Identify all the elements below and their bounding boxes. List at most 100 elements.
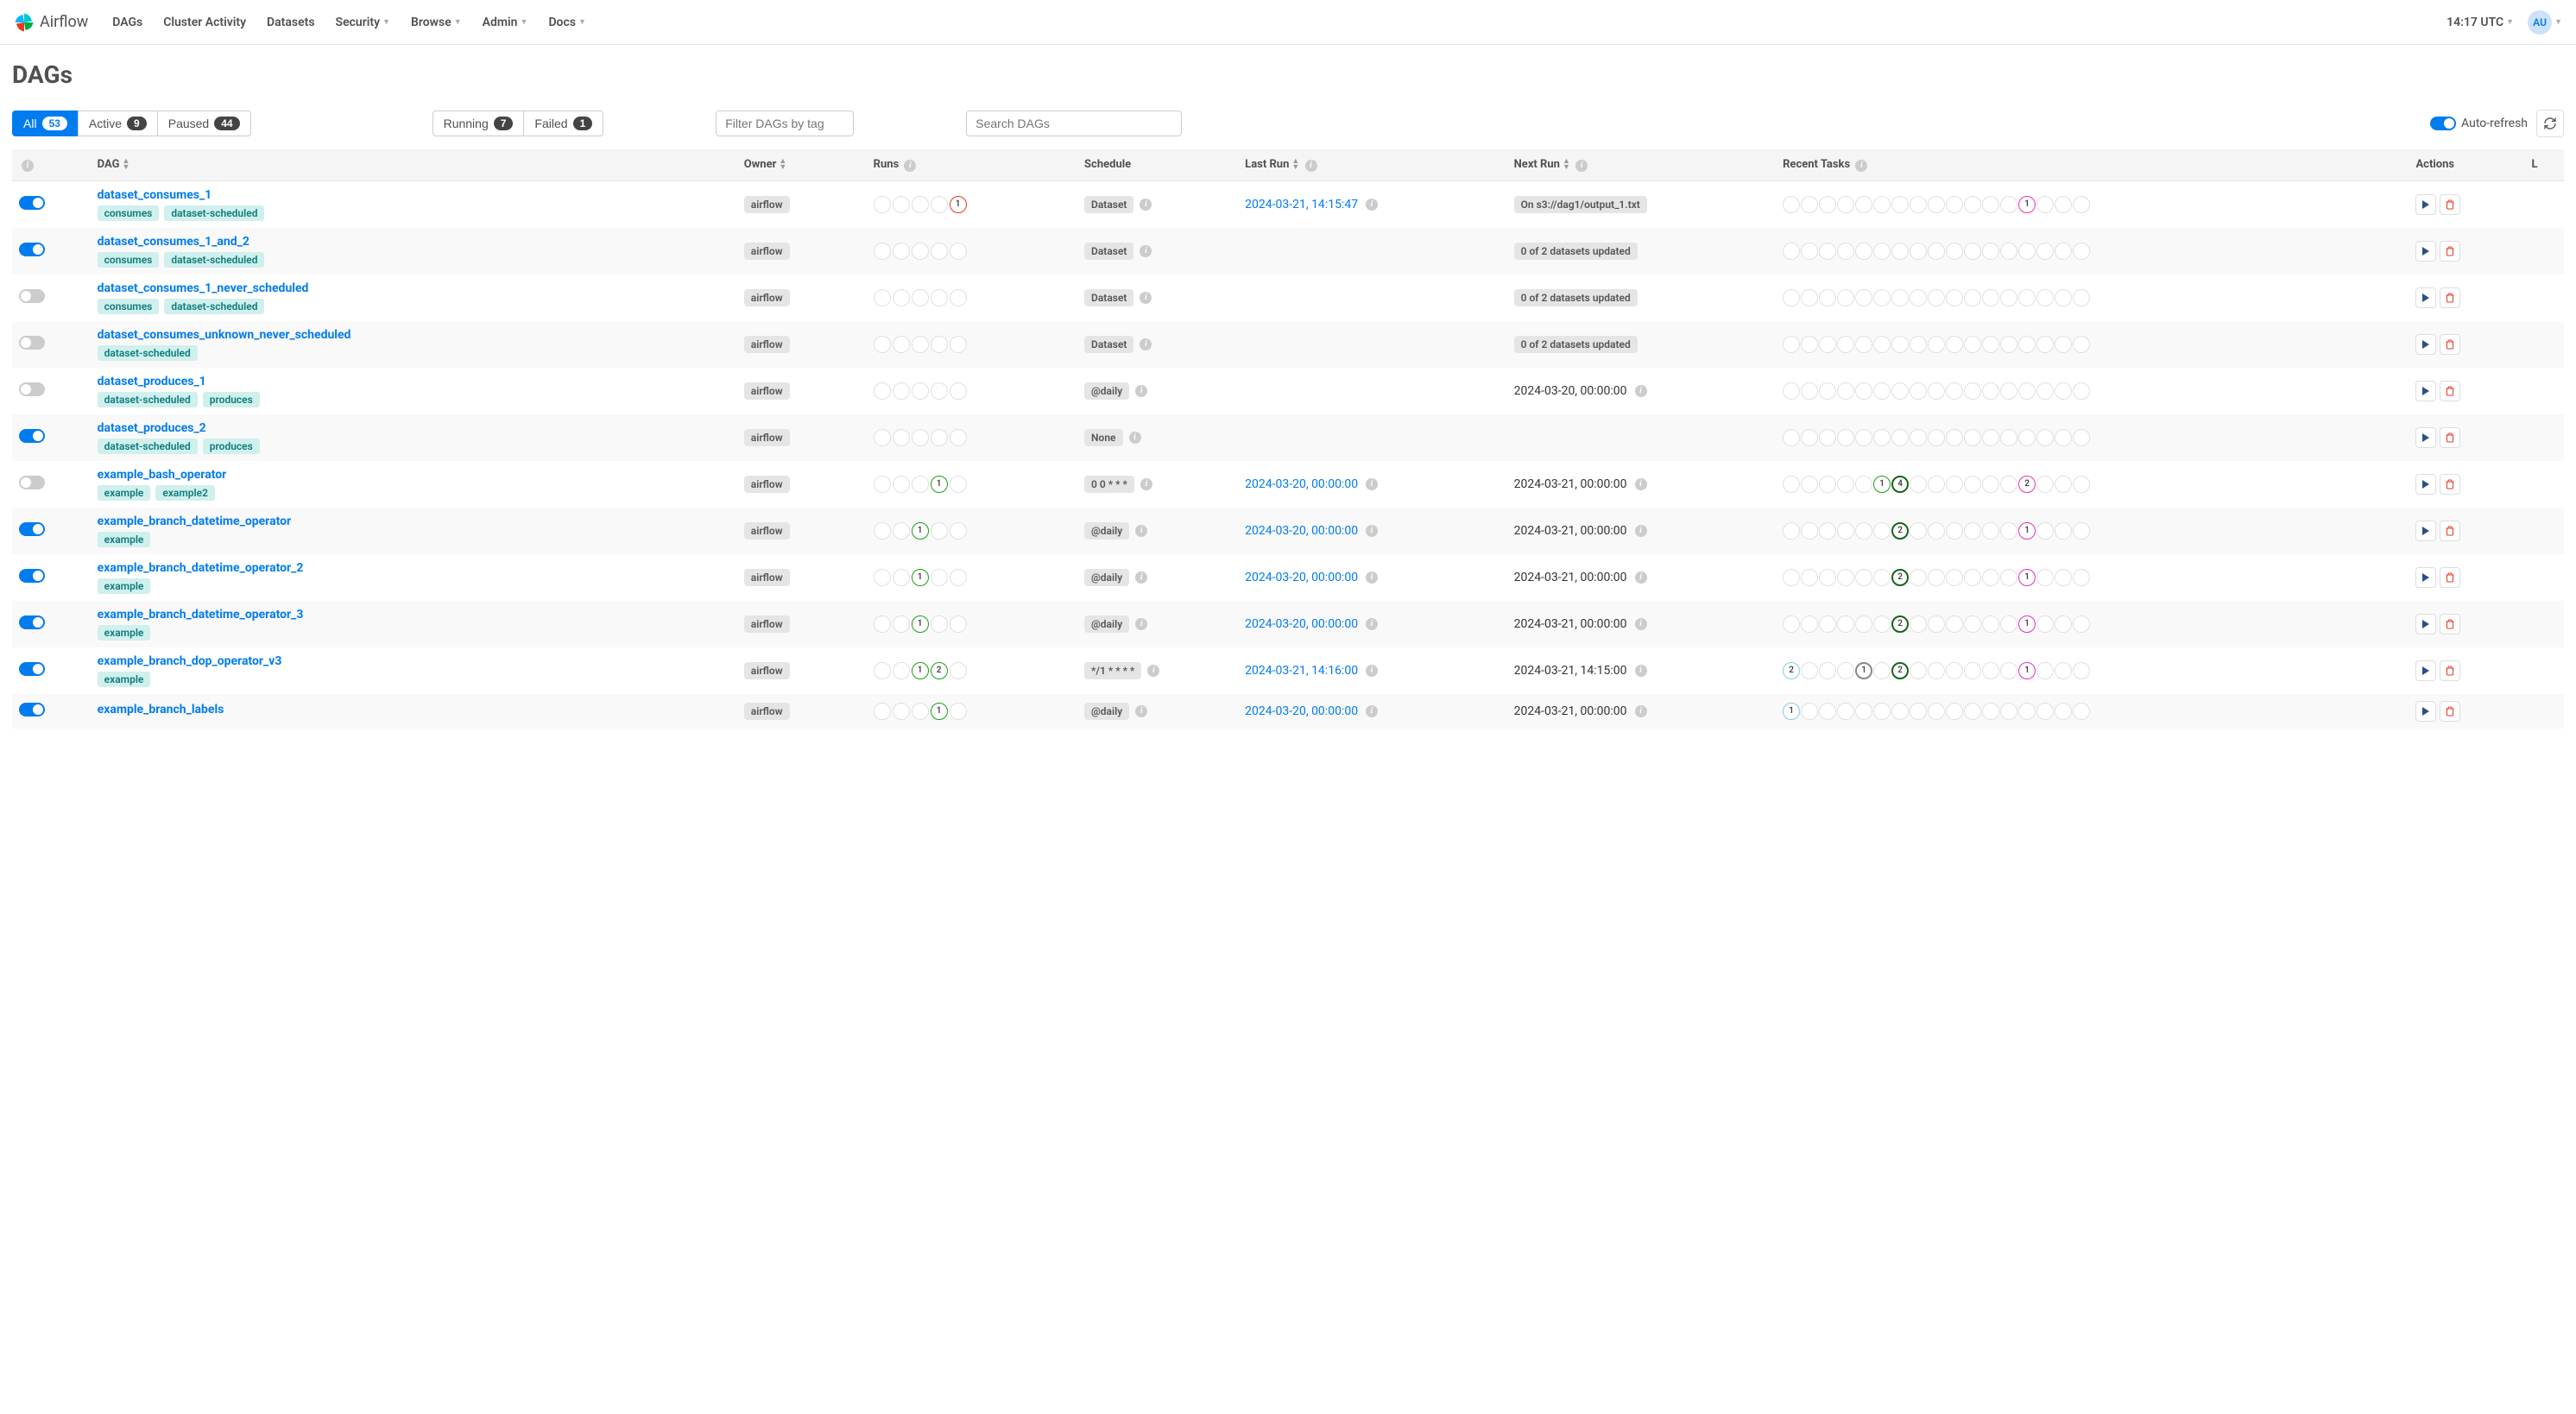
status-circle-red[interactable]: 1 (950, 196, 967, 213)
schedule-pill[interactable]: None (1084, 429, 1122, 446)
info-icon[interactable]: i (1635, 385, 1647, 397)
status-circle-empty[interactable] (1910, 336, 1927, 353)
status-circle-empty[interactable] (1873, 243, 1891, 260)
trigger-dag-button[interactable] (2415, 521, 2436, 541)
dag-name-link[interactable]: dataset_consumes_1_and_2 (98, 235, 730, 249)
dag-tag[interactable]: produces (203, 439, 260, 454)
owner-pill[interactable]: airflow (744, 703, 790, 720)
status-circle-empty[interactable] (874, 429, 891, 446)
delete-dag-button[interactable] (2440, 194, 2460, 215)
dag-name-link[interactable]: example_bash_operator (98, 468, 730, 482)
owner-pill[interactable]: airflow (744, 476, 790, 493)
schedule-pill[interactable]: Dataset (1084, 243, 1133, 260)
status-circle-pink[interactable]: 1 (2018, 196, 2036, 213)
schedule-pill[interactable]: @daily (1084, 522, 1129, 540)
refresh-button[interactable] (2536, 110, 2564, 137)
status-circle-empty[interactable] (2000, 569, 2017, 586)
info-icon[interactable]: i (1140, 199, 1152, 211)
status-circle-empty[interactable] (912, 429, 929, 446)
info-icon[interactable]: i (1366, 618, 1378, 630)
status-circle-empty[interactable] (893, 476, 910, 493)
status-circle-empty[interactable] (893, 615, 910, 633)
status-circle-empty[interactable] (1783, 382, 1800, 400)
search-input[interactable] (966, 110, 1182, 136)
status-circle-empty[interactable] (950, 522, 967, 540)
status-circle-empty[interactable] (912, 382, 929, 400)
status-circle-empty[interactable] (950, 662, 967, 679)
status-circle-empty[interactable] (2000, 382, 2017, 400)
logo[interactable]: Airflow (14, 12, 88, 33)
status-circle-empty[interactable] (1982, 289, 1999, 306)
status-circle-empty[interactable] (2055, 289, 2072, 306)
runstate-filter-running[interactable]: Running7 (432, 110, 525, 136)
status-circle-empty[interactable] (931, 196, 948, 213)
status-circle-empty[interactable] (1964, 522, 1981, 540)
dag-enable-toggle[interactable] (19, 196, 45, 210)
status-circle-pink[interactable]: 1 (2018, 662, 2036, 679)
status-circle-empty[interactable] (874, 336, 891, 353)
status-filter-all[interactable]: All53 (12, 110, 79, 136)
status-circle-empty[interactable] (1982, 703, 1999, 720)
status-circle-empty[interactable] (1837, 703, 1854, 720)
status-circle-pink[interactable]: 2 (2018, 476, 2036, 493)
delete-dag-button[interactable] (2440, 567, 2460, 588)
dag-enable-toggle[interactable] (19, 569, 45, 583)
status-circle-empty[interactable] (1910, 196, 1927, 213)
status-circle-empty[interactable] (893, 336, 910, 353)
status-circle-empty[interactable] (1964, 615, 1981, 633)
dag-enable-toggle[interactable] (19, 289, 45, 303)
nav-item-admin[interactable]: Admin▼ (483, 16, 528, 29)
info-icon[interactable]: i (1366, 478, 1378, 490)
status-circle-empty[interactable] (1928, 196, 1945, 213)
status-circle-empty[interactable] (874, 615, 891, 633)
status-circle-empty[interactable] (1837, 382, 1854, 400)
status-circle-empty[interactable] (874, 243, 891, 260)
status-circle-empty[interactable] (1891, 336, 1909, 353)
info-icon[interactable]: i (1129, 432, 1141, 444)
status-circle-empty[interactable] (2000, 615, 2017, 633)
status-circle-empty[interactable] (2073, 615, 2090, 633)
status-circle-empty[interactable] (1928, 703, 1945, 720)
status-circle-pink[interactable]: 1 (2018, 615, 2036, 633)
status-circle-empty[interactable] (893, 382, 910, 400)
auto-refresh-toggle[interactable] (2430, 117, 2456, 130)
status-circle-empty[interactable] (1873, 522, 1891, 540)
status-circle-empty[interactable] (1819, 703, 1836, 720)
status-circle-green[interactable]: 1 (931, 703, 948, 720)
dag-tag[interactable]: dataset-scheduled (98, 392, 198, 407)
status-circle-empty[interactable] (931, 429, 948, 446)
user-menu[interactable]: AU ▼ (2528, 10, 2562, 35)
status-circle-empty[interactable] (1855, 336, 1872, 353)
clock[interactable]: 14:17 UTC ▼ (2447, 16, 2514, 29)
info-icon[interactable]: i (1855, 160, 1867, 172)
status-circle-empty[interactable] (1910, 569, 1927, 586)
status-circle-empty[interactable] (893, 662, 910, 679)
status-circle-empty[interactable] (1783, 289, 1800, 306)
status-circle-empty[interactable] (1946, 336, 1963, 353)
status-circle-empty[interactable] (1873, 429, 1891, 446)
dag-tag[interactable]: example2 (155, 485, 215, 501)
status-circle-empty[interactable] (1837, 196, 1854, 213)
dag-name-link[interactable]: dataset_produces_1 (98, 375, 730, 388)
status-circle-empty[interactable] (912, 336, 929, 353)
status-circle-empty[interactable] (2073, 703, 2090, 720)
status-circle-empty[interactable] (1855, 522, 1872, 540)
status-circle-empty[interactable] (2036, 522, 2054, 540)
status-circle-empty[interactable] (2055, 522, 2072, 540)
status-circle-empty[interactable] (912, 703, 929, 720)
delete-dag-button[interactable] (2440, 701, 2460, 722)
status-circle-empty[interactable] (1819, 243, 1836, 260)
status-circle-empty[interactable] (950, 289, 967, 306)
status-circle-empty[interactable] (931, 243, 948, 260)
info-icon[interactable]: i (1140, 338, 1152, 350)
info-icon[interactable]: i (1135, 571, 1147, 584)
status-circle-empty[interactable] (1873, 662, 1891, 679)
status-circle-lightblue[interactable]: 2 (1783, 662, 1800, 679)
info-icon[interactable]: i (1135, 618, 1147, 630)
status-circle-empty[interactable] (1910, 382, 1927, 400)
schedule-pill[interactable]: @daily (1084, 703, 1129, 720)
status-circle-empty[interactable] (1928, 522, 1945, 540)
col-lastrun[interactable]: Last Run▲▼ i (1238, 149, 1506, 180)
status-circle-empty[interactable] (1855, 615, 1872, 633)
status-circle-empty[interactable] (893, 243, 910, 260)
